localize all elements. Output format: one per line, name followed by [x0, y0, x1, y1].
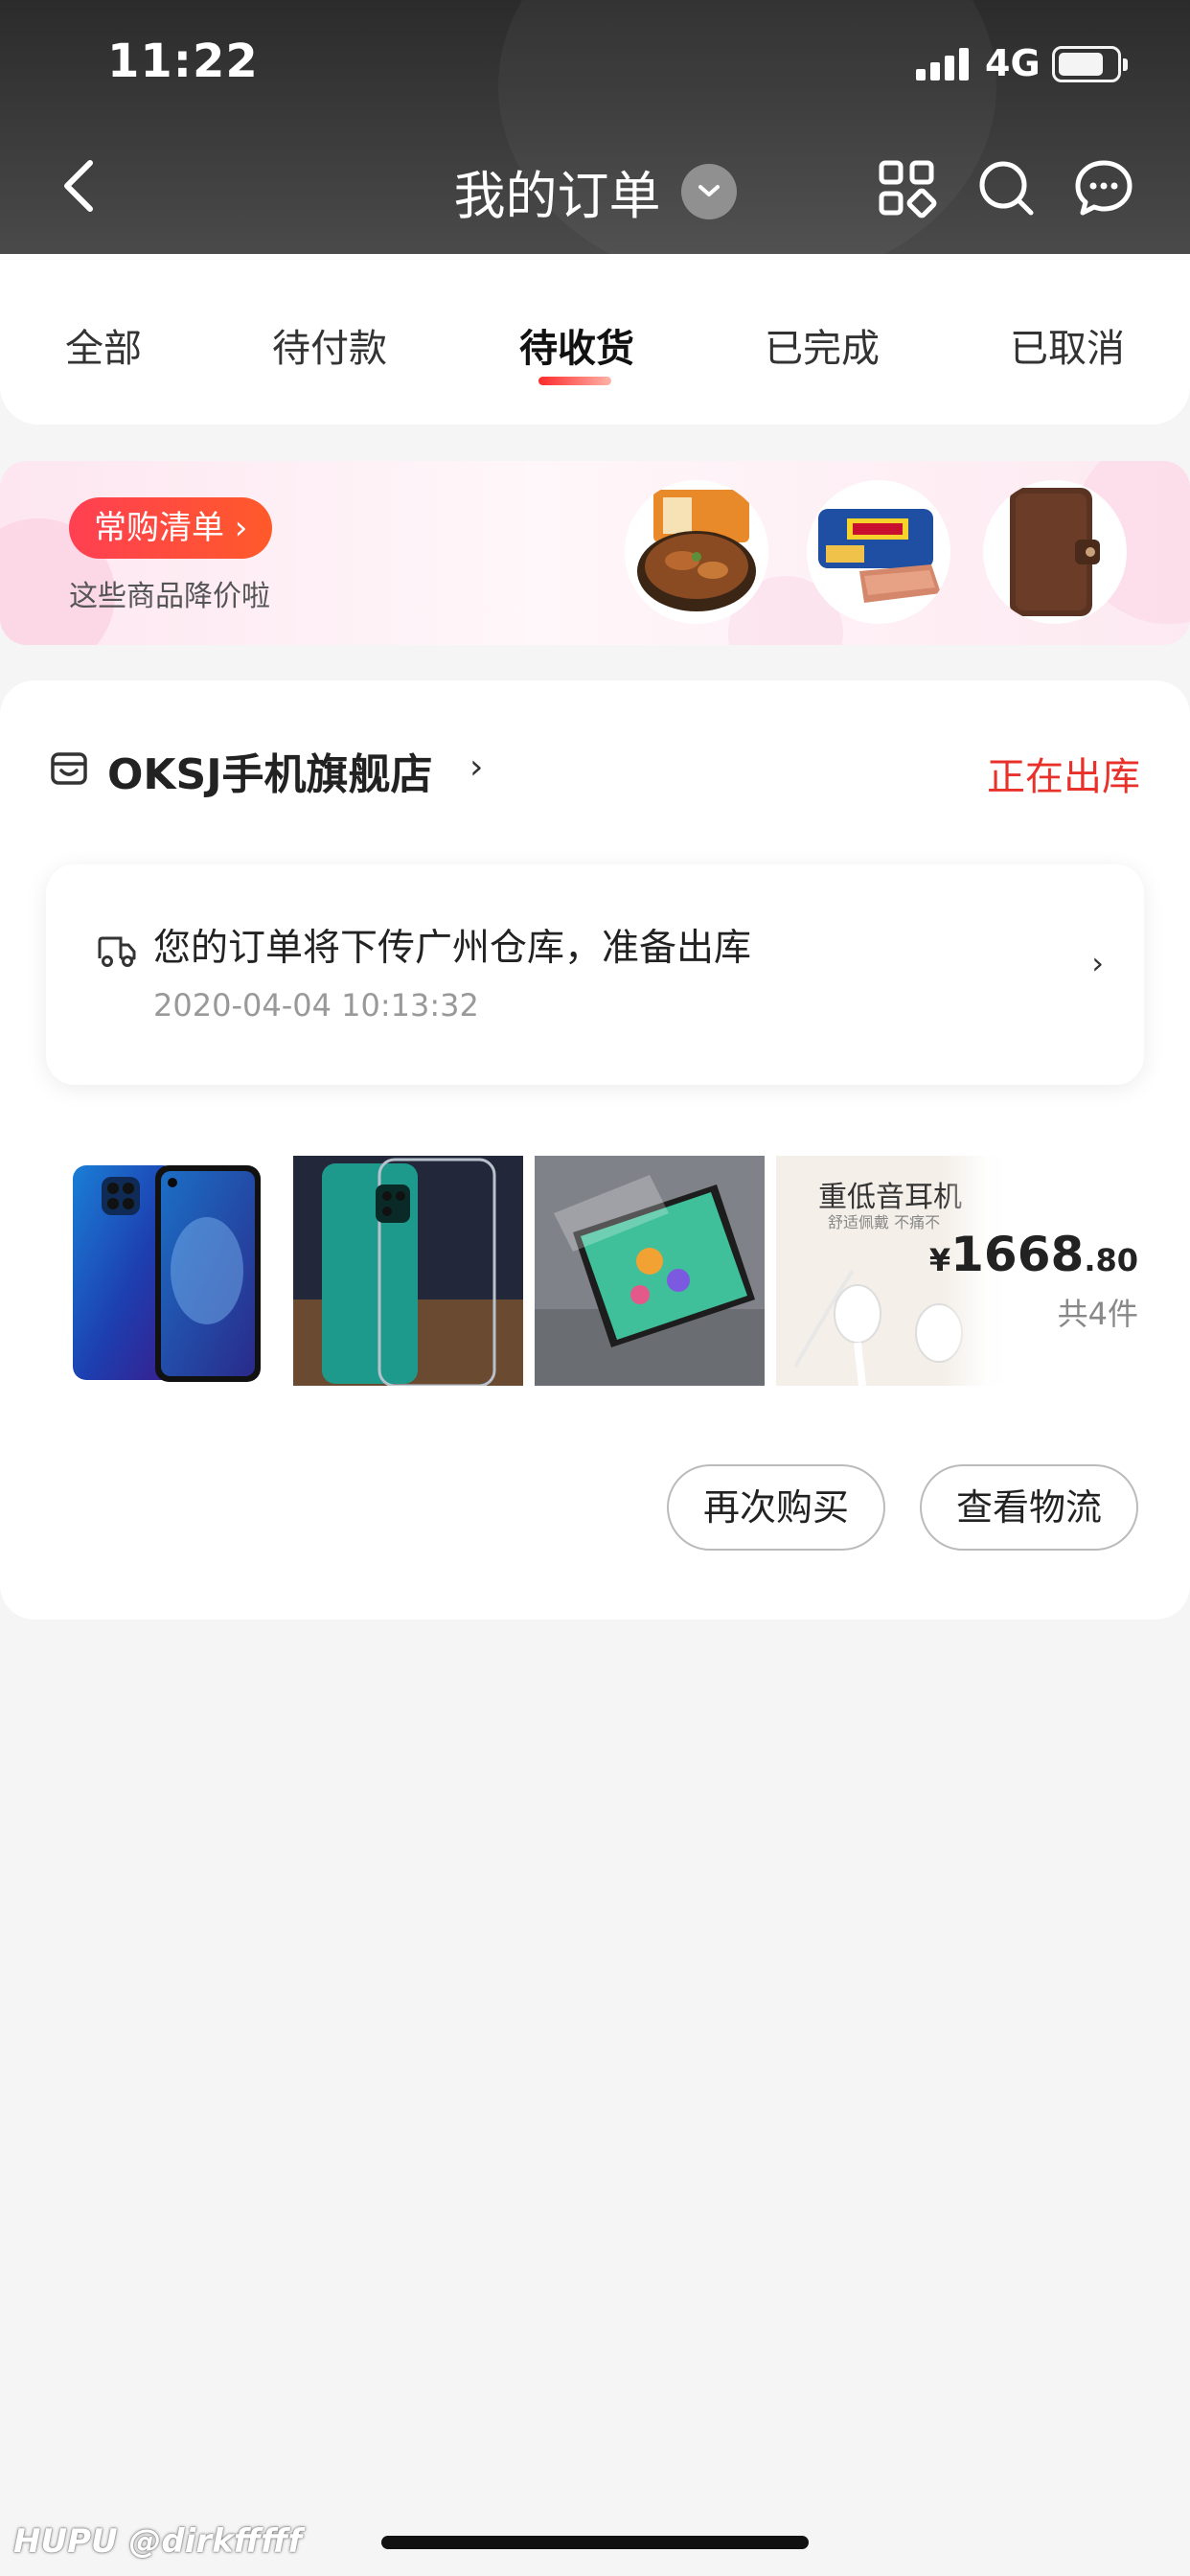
- currency-symbol: ¥: [928, 1242, 951, 1278]
- tab-completed[interactable]: 已完成: [765, 317, 880, 373]
- tab-pending-receipt[interactable]: 待收货: [519, 317, 634, 373]
- price-integer: 1668: [950, 1227, 1085, 1282]
- status-bar: 11:22 4G: [0, 0, 1190, 130]
- tab-all[interactable]: 全部: [65, 317, 142, 373]
- view-logistics-button[interactable]: 查看物流: [920, 1464, 1138, 1551]
- shop-icon: [51, 752, 87, 785]
- home-indicator[interactable]: [381, 2536, 809, 2549]
- item-count: 共4件: [1057, 1296, 1138, 1332]
- product-image[interactable]: [293, 1156, 523, 1386]
- order-card: OKSJ手机旗舰店 › 正在出库 您的订单将下传广州仓库，准备出库 2020-0…: [0, 680, 1190, 1620]
- price-decimal: .80: [1084, 1242, 1138, 1278]
- status-time: 11:22: [107, 34, 259, 88]
- logistics-chevron-icon[interactable]: ›: [1091, 945, 1104, 981]
- search-icon[interactable]: [975, 157, 1037, 218]
- logistics-time: 2020-04-04 10:13:32: [153, 987, 479, 1024]
- top-header: 11:22 4G 我的订单: [0, 0, 1190, 254]
- message-icon[interactable]: [1073, 157, 1134, 218]
- rebuy-button[interactable]: 再次购买: [667, 1464, 885, 1551]
- price-panel: ¥1668.80 共4件: [929, 1131, 1190, 1409]
- product-image[interactable]: [535, 1156, 765, 1386]
- logistics-card[interactable]: 您的订单将下传广州仓库，准备出库 2020-04-04 10:13:32 ›: [46, 864, 1144, 1085]
- promo-product-thumb[interactable]: [807, 480, 950, 624]
- promo-subtitle: 这些商品降价啦: [69, 580, 270, 613]
- title-dropdown-icon[interactable]: [680, 163, 737, 219]
- battery-icon: [1052, 46, 1128, 82]
- tab-cancelled[interactable]: 已取消: [1010, 317, 1125, 373]
- promo-product-thumb[interactable]: [983, 480, 1127, 624]
- active-tab-indicator: [538, 377, 611, 385]
- order-status: 正在出库: [987, 755, 1140, 799]
- signal-icon: [916, 48, 970, 80]
- logistics-message: 您的订单将下传广州仓库，准备出库: [153, 927, 752, 970]
- frequent-purchase-banner[interactable]: 常购清单 › 这些商品降价啦: [0, 461, 1190, 645]
- truck-icon: [98, 936, 136, 967]
- nav-bar: 我的订单: [0, 130, 1190, 254]
- page-title[interactable]: 我的订单: [453, 153, 660, 229]
- product-list[interactable]: 重低音耳机 舒适佩戴 不痛不 ¥1668.80 共4件: [0, 1131, 1190, 1409]
- promo-product-thumb[interactable]: [625, 480, 768, 624]
- order-total-price: ¥1668.80: [929, 1227, 1138, 1282]
- category-grid-icon[interactable]: [876, 157, 937, 218]
- watermark: HUPU @dirkfffff: [13, 2522, 303, 2561]
- frequent-purchase-button[interactable]: 常购清单 ›: [69, 497, 273, 559]
- tab-pending-payment[interactable]: 待付款: [272, 317, 387, 373]
- product-image[interactable]: [54, 1156, 284, 1386]
- shop-name[interactable]: OKSJ手机旗舰店: [107, 740, 433, 801]
- order-tabs: 全部 待付款 待收货 已完成 已取消: [0, 254, 1190, 425]
- shop-chevron-icon[interactable]: ›: [469, 748, 483, 787]
- network-type: 4G: [985, 42, 1041, 84]
